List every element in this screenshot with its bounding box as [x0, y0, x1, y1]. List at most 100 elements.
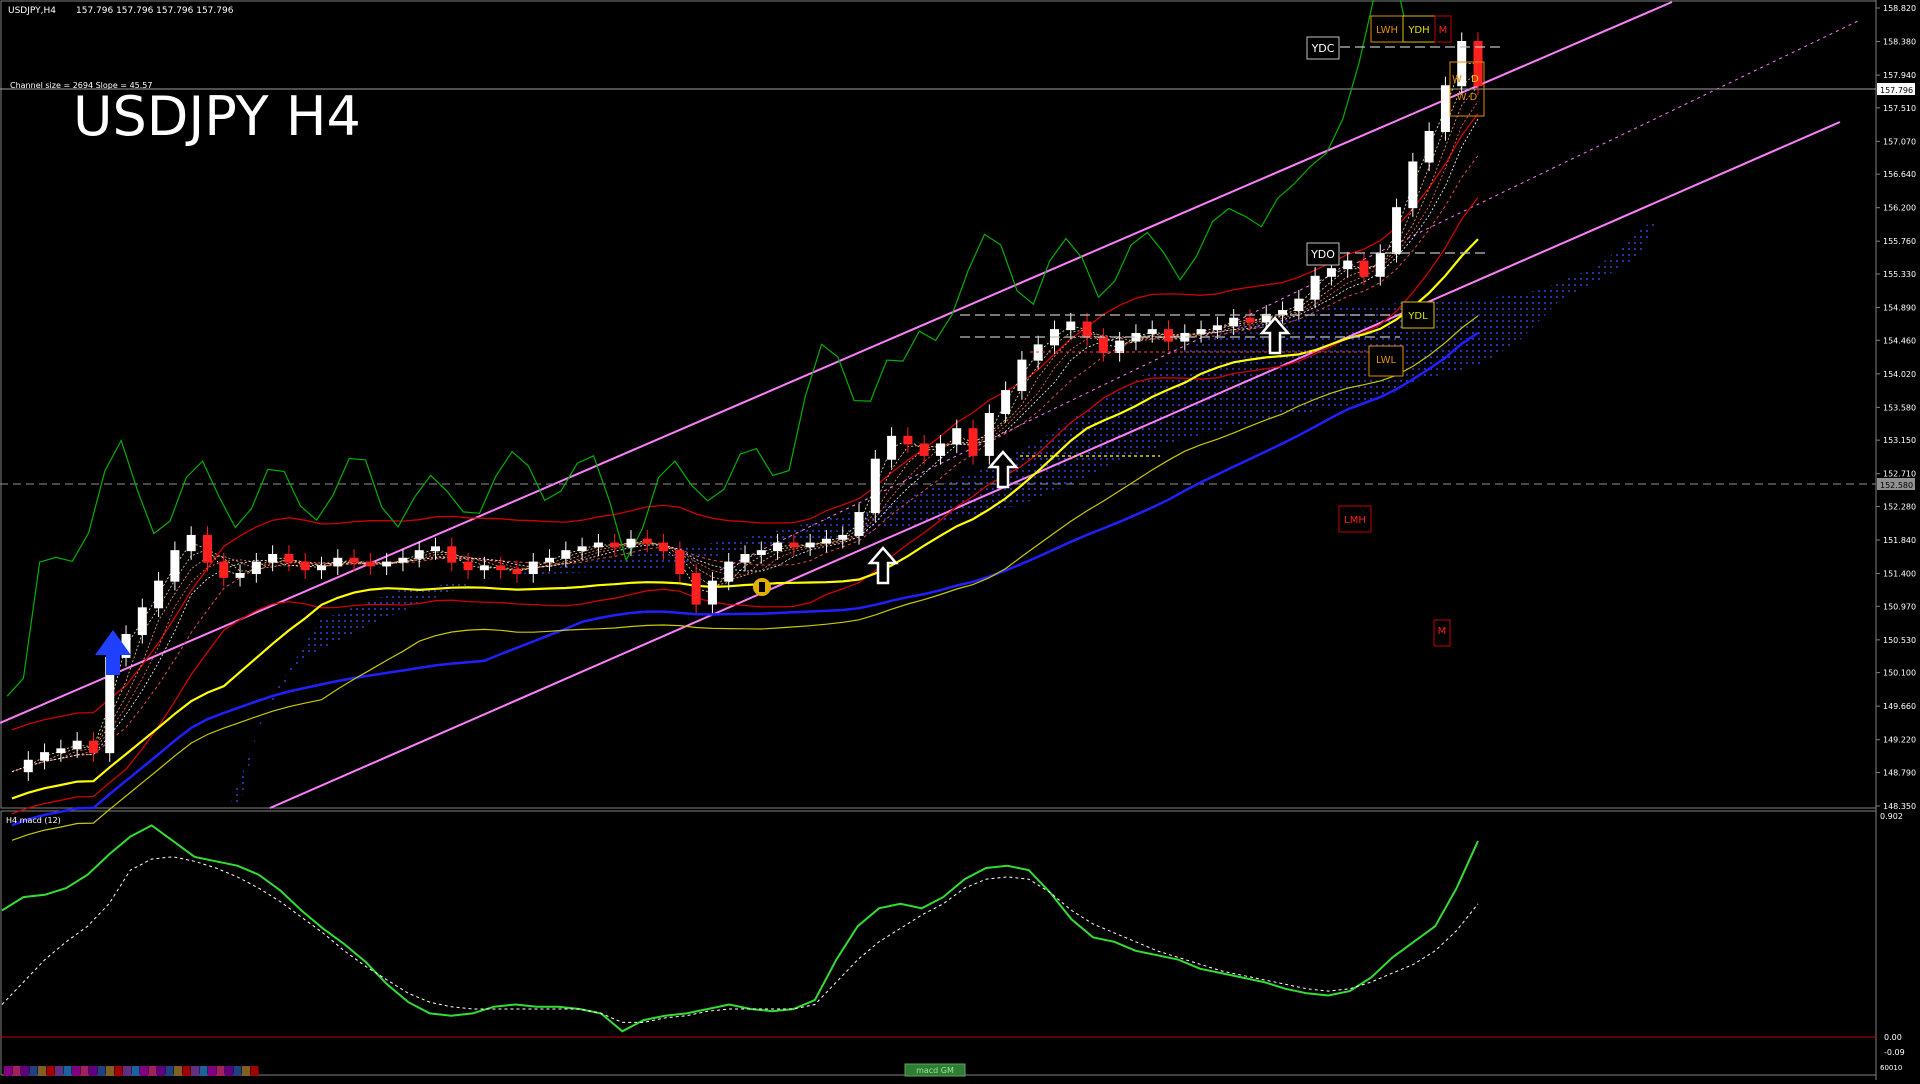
candle-body — [186, 534, 196, 552]
price-tick-label: 148.350 — [1883, 802, 1916, 811]
lwl-box-label: LWL — [1376, 355, 1397, 366]
yellow-signal-icon — [753, 578, 771, 596]
ma-ribbon-line — [11, 101, 1479, 773]
price-tick-label: 151.840 — [1883, 536, 1916, 545]
ydc-box-label: YDC — [1311, 42, 1335, 55]
candle-body — [707, 580, 717, 605]
status-strip-cell — [157, 1066, 165, 1076]
status-strip-cell — [165, 1066, 174, 1076]
trading-chart[interactable]: YDC YDO LWH YDH M W D W D YDL LWL LMH M — [0, 0, 1920, 1080]
candle-body — [1392, 207, 1402, 254]
m-box-bottom[interactable]: M — [1433, 619, 1451, 647]
price-tick-label: 154.890 — [1883, 304, 1916, 313]
candle-body — [838, 534, 848, 540]
status-strip-cell — [191, 1066, 199, 1076]
candle-body — [805, 542, 815, 548]
candle-body — [1310, 275, 1320, 300]
candle-body — [333, 557, 343, 567]
status-strip-cell — [63, 1066, 72, 1076]
candle-body — [235, 573, 245, 578]
ydc-box[interactable]: YDC — [1306, 36, 1340, 60]
candle-body — [1098, 336, 1108, 354]
status-strip-cell — [4, 1066, 12, 1076]
ydl-box-label: YDL — [1407, 311, 1428, 322]
status-strip-cell — [46, 1066, 55, 1076]
candle-body — [756, 550, 766, 555]
candle-body — [626, 538, 636, 548]
lwh-box[interactable]: LWH — [1370, 15, 1404, 43]
candle-body — [1424, 130, 1434, 163]
status-strip-cell — [97, 1066, 106, 1076]
candle-body — [789, 542, 799, 548]
candle-body — [1229, 317, 1239, 327]
candle-body — [463, 561, 473, 571]
status-strip-cell — [12, 1066, 21, 1076]
candle-body — [740, 553, 750, 563]
candle-body — [479, 565, 489, 571]
candle-body — [1033, 344, 1043, 361]
ydh-box[interactable]: YDH — [1402, 15, 1436, 43]
status-strip-cell — [55, 1066, 63, 1076]
candle-body — [88, 740, 98, 754]
candle-body — [1212, 325, 1222, 331]
status-strip-cell — [123, 1066, 131, 1076]
candle-body — [496, 565, 506, 571]
candle-body — [854, 512, 864, 536]
macd-gm-label: macd GM — [916, 1066, 954, 1075]
candle-body — [1294, 298, 1304, 312]
price-tick-label: 152.710 — [1883, 470, 1916, 479]
candle-body — [545, 557, 555, 563]
price-tick-label: 154.460 — [1883, 336, 1916, 345]
ma-ribbon-line — [11, 118, 1479, 773]
candle-body — [251, 561, 261, 575]
price-tick-label: 150.530 — [1883, 636, 1916, 645]
status-strip-cell — [106, 1066, 114, 1076]
macd-axis-top: 0.902 — [1880, 812, 1903, 821]
status-strip-cell — [89, 1066, 97, 1076]
candle-body — [512, 569, 522, 575]
candle-body — [887, 435, 897, 460]
w-label: W — [1452, 74, 1462, 85]
ydo-box-label: YDO — [1310, 248, 1335, 261]
candle-body — [23, 759, 33, 773]
lwl-box[interactable]: LWL — [1368, 345, 1404, 377]
candle-body — [561, 550, 571, 559]
macd-gm-tab[interactable]: macd GM — [904, 1063, 966, 1077]
lmh-box-label: LMH — [1344, 515, 1366, 526]
candle-body — [1147, 329, 1157, 334]
price-tick-label: 157.940 — [1883, 71, 1916, 80]
price-axis: 158.820 158.380 157.940 157.510 157.070 156.6… — [1876, 4, 1916, 811]
current-price-label: 157.796 — [1880, 86, 1913, 95]
ichimoku-cloud — [230, 215, 1660, 805]
macd-title: H4 macd (12) — [6, 816, 61, 825]
price-tick-label: 151.400 — [1883, 570, 1916, 579]
status-strip-cell — [182, 1066, 191, 1076]
m-box-bottom-label: M — [1438, 626, 1447, 637]
candle-body — [1440, 85, 1450, 132]
candle-body — [1408, 161, 1418, 209]
candle-body — [1066, 321, 1076, 331]
price-tick-label: 154.020 — [1883, 370, 1916, 379]
ydl-box[interactable]: YDL — [1401, 301, 1435, 329]
candle-body — [935, 443, 945, 456]
macd-panel-border — [0, 810, 1877, 1076]
wd-label: W D — [1457, 92, 1478, 103]
candle-body — [919, 443, 929, 456]
price-tick-label: 150.100 — [1883, 669, 1916, 678]
status-strip-cell — [114, 1066, 123, 1076]
m-box-top[interactable]: M — [1434, 15, 1452, 43]
lmh-box[interactable]: LMH — [1338, 505, 1372, 533]
price-tick-label: 153.580 — [1883, 403, 1916, 412]
ydo-box[interactable]: YDO — [1306, 242, 1340, 266]
price-tick-label: 153.150 — [1883, 436, 1916, 445]
candle-body — [1278, 310, 1288, 315]
status-strip-cell — [216, 1066, 225, 1076]
candle-body — [219, 561, 229, 578]
candle-body — [40, 752, 50, 761]
candle-body — [1245, 317, 1255, 323]
symbol-info: USDJPY,H4 — [8, 6, 56, 16]
candle-body — [675, 550, 685, 575]
ohlc-info: 157.796 157.796 157.796 157.796 — [76, 6, 234, 16]
bollinger-upper-line — [11, 113, 1479, 731]
candle-body — [593, 542, 603, 548]
